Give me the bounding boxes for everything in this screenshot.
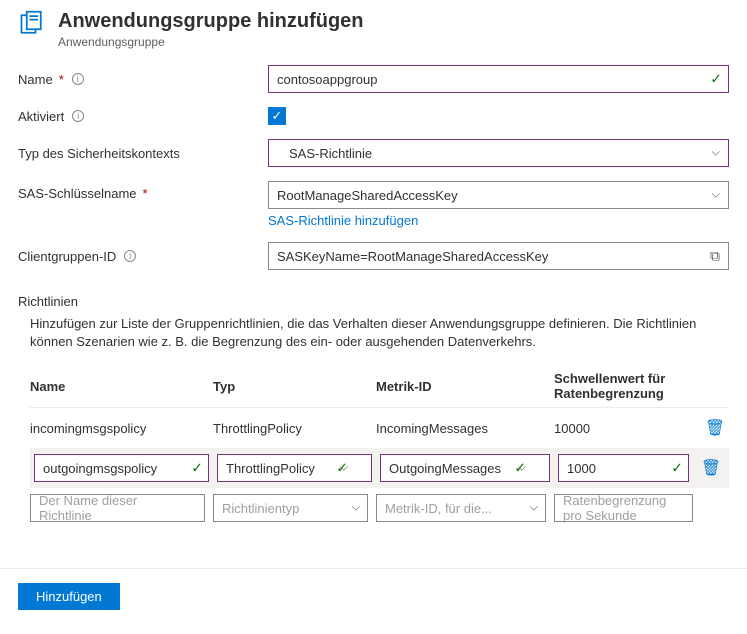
policy-threshold: 10000 (554, 421, 693, 436)
policy-name-input[interactable]: outgoingmsgspolicy (34, 454, 209, 482)
context-type-select[interactable]: SAS-Richtlinie ⌵ (268, 139, 729, 167)
app-group-icon (18, 10, 46, 41)
client-group-label: Clientgruppen-ID (18, 249, 116, 264)
policy-row: incomingmsgspolicy ThrottlingPolicy Inco… (30, 408, 729, 448)
activated-checkbox[interactable]: ✓ (268, 107, 286, 125)
client-group-id-field: SASKeyName=RootManageSharedAccessKey ⧉ (268, 242, 729, 270)
delete-icon[interactable]: 🗑 (697, 458, 725, 478)
check-icon: ✓ (710, 71, 722, 88)
name-input-value: contosoappgroup (277, 72, 377, 87)
required-marker: * (59, 72, 64, 87)
policy-metric: IncomingMessages (376, 421, 546, 436)
info-icon[interactable]: i (124, 250, 136, 262)
col-type: Typ (213, 379, 368, 394)
policy-type-select[interactable]: Richtlinientyp (213, 494, 368, 522)
policy-type-select[interactable]: ThrottlingPolicy (217, 454, 372, 482)
delete-icon[interactable]: 🗑 (701, 418, 729, 438)
policy-threshold-input[interactable]: Ratenbegrenzung pro Sekunde (554, 494, 693, 522)
sas-key-select[interactable]: RootManageSharedAccessKey ⌵ (268, 181, 729, 209)
policy-name: incomingmsgspolicy (30, 421, 205, 436)
add-sas-policy-link[interactable]: SAS-Richtlinie hinzufügen (268, 213, 418, 228)
chevron-down-icon: ⌵ (712, 147, 720, 160)
policy-metric-select[interactable]: OutgoingMessages (380, 454, 550, 482)
policy-type: ThrottlingPolicy (213, 421, 368, 436)
col-metric: Metrik-ID (376, 379, 546, 394)
policy-threshold-input[interactable]: 1000 (558, 454, 689, 482)
policies-section-title: Richtlinien (18, 294, 729, 309)
col-name: Name (30, 379, 205, 394)
add-button[interactable]: Hinzufügen (18, 583, 120, 610)
activated-label: Aktiviert (18, 109, 64, 124)
context-type-label: Typ des Sicherheitskontexts (18, 146, 180, 161)
info-icon[interactable]: i (72, 73, 84, 85)
policy-row: outgoingmsgspolicy ✓ ThrottlingPolicy ✓ … (30, 448, 729, 488)
col-threshold: Schwellenwert für Ratenbegrenzung (554, 371, 693, 401)
client-group-id-value: SASKeyName=RootManageSharedAccessKey (277, 249, 548, 264)
policy-row-new: Der Name dieser Richtlinie Richtlinienty… (30, 488, 729, 528)
page-title: Anwendungsgruppe hinzufügen (58, 10, 364, 33)
page-subtitle: Anwendungsgruppe (58, 35, 364, 49)
name-input[interactable]: contosoappgroup ✓ (268, 65, 729, 93)
required-marker: * (143, 186, 148, 201)
policy-name-input[interactable]: Der Name dieser Richtlinie (30, 494, 205, 522)
sas-key-value: RootManageSharedAccessKey (277, 188, 458, 203)
copy-icon[interactable]: ⧉ (710, 248, 720, 265)
info-icon[interactable]: i (72, 110, 84, 122)
sas-key-label: SAS-Schlüsselname (18, 186, 137, 201)
name-label: Name (18, 72, 53, 87)
policies-section-desc: Hinzufügen zur Liste der Gruppenrichtlin… (30, 315, 729, 351)
policy-metric-select[interactable]: Metrik-ID, für die... (376, 494, 546, 522)
chevron-down-icon: ⌵ (712, 189, 720, 202)
context-type-value: SAS-Richtlinie (289, 146, 372, 161)
